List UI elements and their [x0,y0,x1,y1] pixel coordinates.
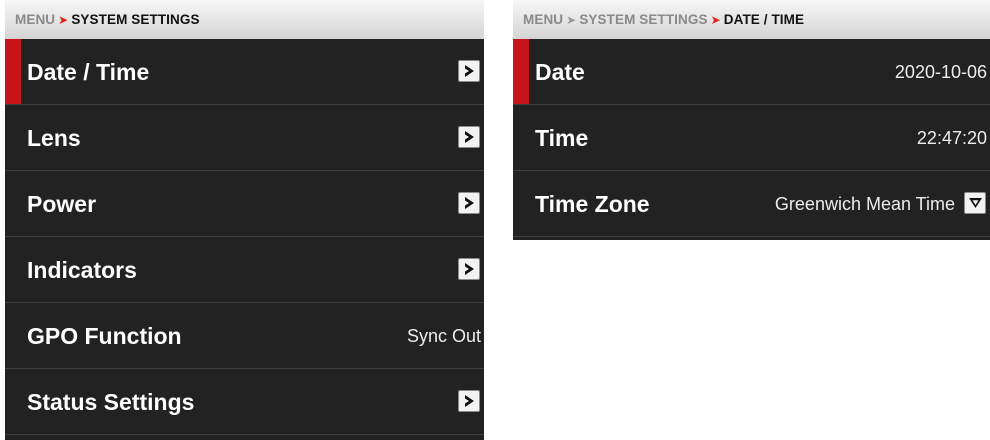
setting-label: Date [535,59,585,85]
chevron-right-icon[interactable] [458,258,480,280]
breadcrumb-arrow-icon: ➤ [710,13,721,27]
menu-item-gpo-function[interactable]: GPO Function Sync Out [5,303,484,369]
time-value[interactable]: 22:47:20 [917,105,987,171]
breadcrumb-middle[interactable]: SYSTEM SETTINGS [579,12,707,27]
menu-item-label: Indicators [27,257,137,283]
menu-item-lens[interactable]: Lens [5,105,484,171]
setting-row-date[interactable]: Date 2020-10-06 [513,39,990,105]
chevron-right-icon[interactable] [458,192,480,214]
date-value[interactable]: 2020-10-06 [895,39,987,105]
setting-row-time-zone[interactable]: Time Zone Greenwich Mean Time [513,171,990,237]
system-settings-panel: MENU ➤ SYSTEM SETTINGS Date / Time Lens Po… [5,0,484,440]
menu-item-indicators[interactable]: Indicators [5,237,484,303]
menu-item-date-time[interactable]: Date / Time [5,39,484,105]
breadcrumb: MENU ➤ SYSTEM SETTINGS ➤ DATE / TIME [513,0,990,39]
breadcrumb-arrow-icon: ➤ [58,13,69,27]
menu-item-label: Date / Time [27,59,150,85]
breadcrumb-arrow-icon: ➤ [566,13,577,27]
setting-label: Time Zone [535,191,650,217]
menu-item-label: Lens [27,125,81,151]
setting-row-time[interactable]: Time 22:47:20 [513,105,990,171]
setting-label: Time [535,125,589,151]
gpo-function-value[interactable]: Sync Out [407,303,481,369]
menu-item-status-settings[interactable]: Status Settings [5,369,484,435]
breadcrumb-root[interactable]: MENU [523,12,563,27]
chevron-right-icon[interactable] [458,390,480,412]
menu-item-label: Power [27,191,97,217]
selection-marker [513,39,529,104]
breadcrumb-current: SYSTEM SETTINGS [71,12,200,27]
selection-marker [5,39,21,104]
menu-item-label: GPO Function [27,323,182,349]
menu-item-power[interactable]: Power [5,171,484,237]
breadcrumb: MENU ➤ SYSTEM SETTINGS [5,0,484,39]
menu-item-label: Status Settings [27,389,195,415]
chevron-right-icon[interactable] [458,126,480,148]
breadcrumb-root[interactable]: MENU [15,12,55,27]
breadcrumb-current: DATE / TIME [723,12,805,27]
chevron-down-icon[interactable] [964,192,986,214]
time-zone-value[interactable]: Greenwich Mean Time [775,171,955,237]
date-time-panel: MENU ➤ SYSTEM SETTINGS ➤ DATE / TIME Date 20… [513,0,990,240]
chevron-right-icon[interactable] [458,60,480,82]
